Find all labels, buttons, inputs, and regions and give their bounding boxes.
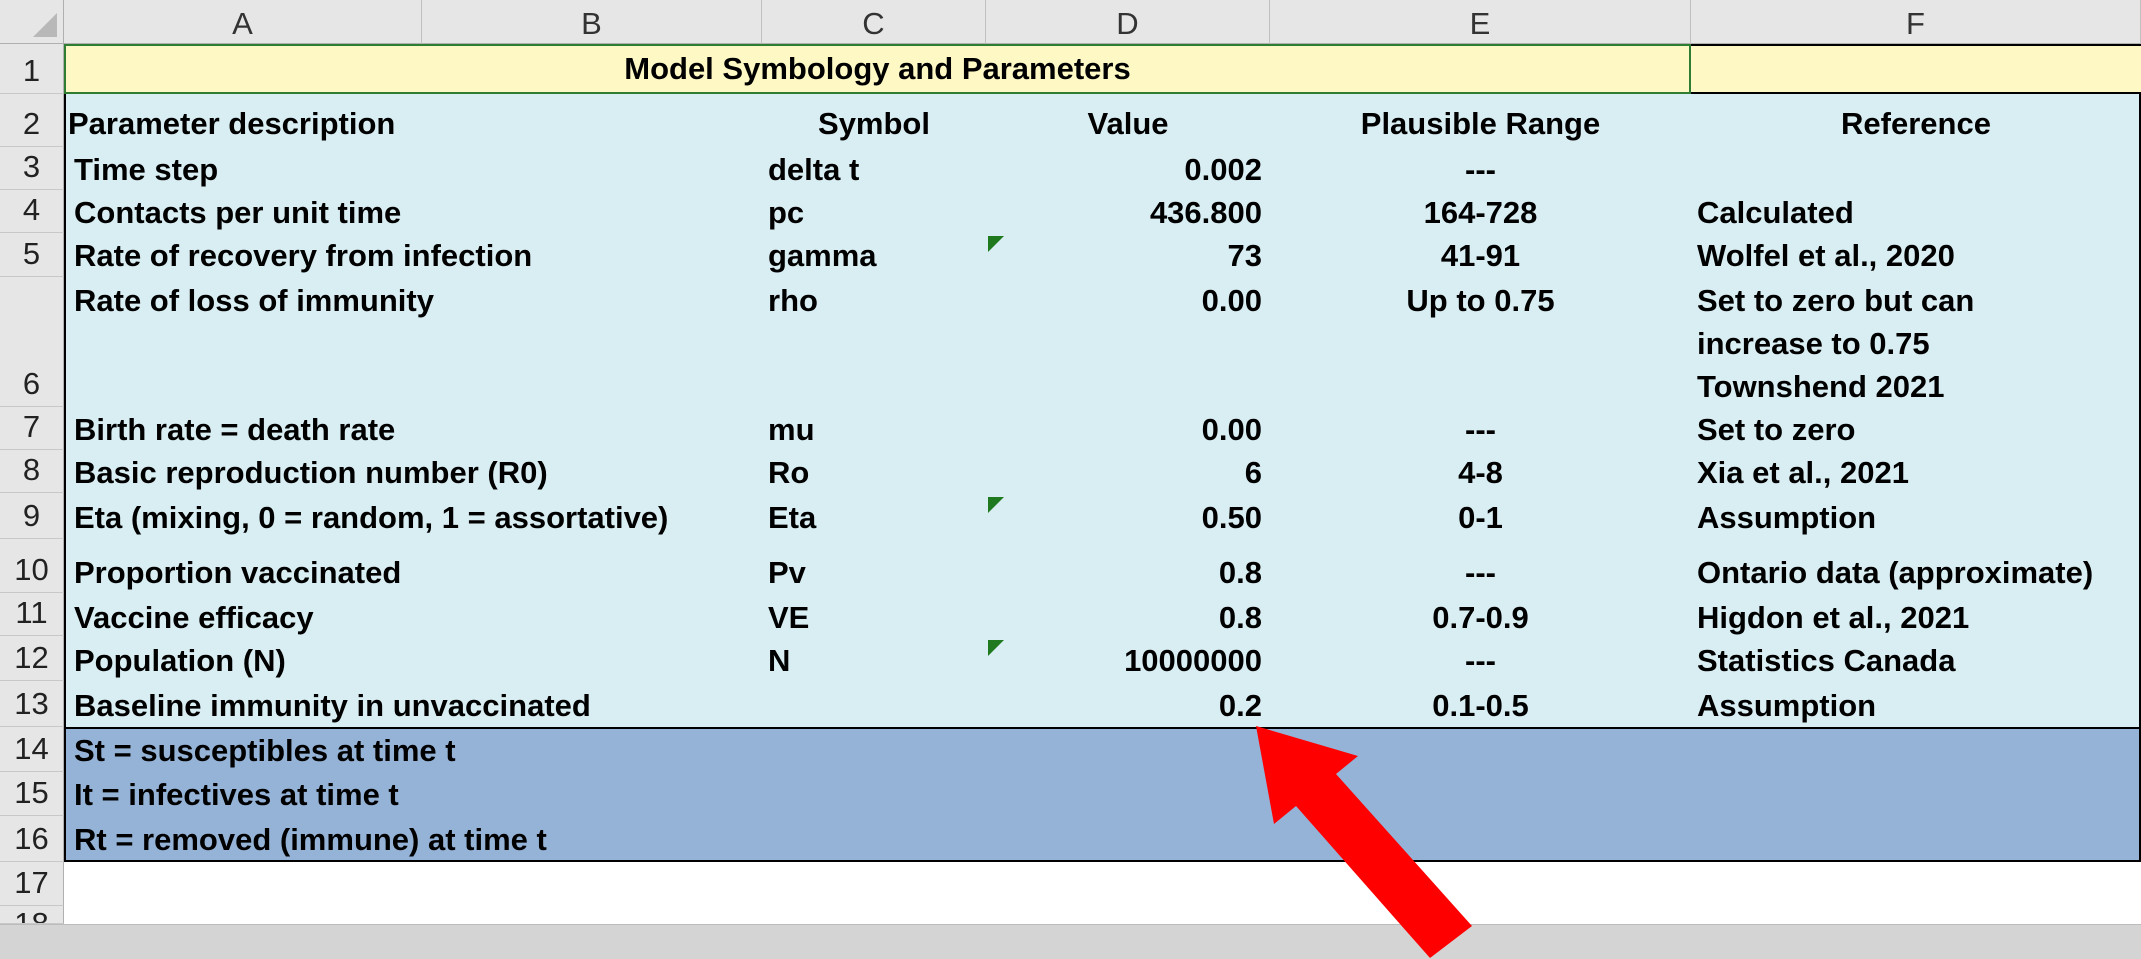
row-header-15[interactable]: 15	[0, 772, 64, 816]
param-value: 0.50	[1201, 500, 1262, 535]
param-value: 10000000	[1124, 643, 1262, 678]
param-symbol: delta t	[768, 152, 860, 187]
select-all-icon	[33, 13, 57, 37]
param-description: Rate of loss of immunity	[74, 283, 434, 318]
param-description: Proportion vaccinated	[74, 555, 402, 590]
param-reference: Wolfel et al., 2020	[1697, 238, 1955, 273]
param-value: 6	[1244, 455, 1262, 490]
column-header-c[interactable]: C	[762, 0, 986, 44]
row-header-8[interactable]: 8	[0, 450, 64, 493]
header-plausible-range: Plausible Range	[1360, 106, 1601, 141]
param-symbol: N	[768, 643, 791, 678]
param-description: Time step	[74, 152, 219, 187]
param-range: 4-8	[1458, 455, 1503, 490]
column-header-a[interactable]: A	[64, 0, 422, 44]
param-reference: Ontario data (approximate)	[1697, 555, 2094, 590]
param-value: 73	[1227, 238, 1262, 273]
red-arrow-icon	[1256, 726, 1472, 958]
param-range: 0-1	[1458, 500, 1503, 535]
note-infectives: It = infectives at time t	[74, 777, 399, 812]
param-description: Baseline immunity in unvaccinated	[74, 688, 591, 723]
param-value: 0.8	[1218, 600, 1262, 635]
param-reference: Xia et al., 2021	[1697, 455, 1909, 490]
param-description: Birth rate = death rate	[74, 412, 396, 447]
row-header-12[interactable]: 12	[0, 636, 64, 681]
param-description: Contacts per unit time	[74, 195, 402, 230]
param-value: 0.002	[1184, 152, 1262, 187]
row-header-10[interactable]: 10	[0, 539, 64, 593]
row-header-14[interactable]: 14	[0, 727, 64, 772]
header-value: Value	[1087, 106, 1169, 141]
row-header-13[interactable]: 13	[0, 681, 64, 727]
param-symbol: rho	[768, 283, 818, 318]
param-symbol: pc	[768, 195, 805, 230]
row-header-3[interactable]: 3	[0, 147, 64, 190]
row-header-16[interactable]: 16	[0, 816, 64, 862]
param-symbol: VE	[768, 600, 810, 635]
param-symbol: mu	[768, 412, 815, 447]
row-header-18[interactable]: 18	[0, 906, 64, 924]
param-range: ---	[1465, 555, 1496, 590]
param-reference: Set to zero	[1697, 412, 1856, 447]
baseline-immunity-value[interactable]: 0.2	[986, 684, 1262, 728]
param-reference: Assumption	[1697, 500, 1877, 535]
empty-rows-area	[64, 862, 2141, 924]
row-header-2[interactable]: 2	[0, 94, 64, 147]
param-description: Rate of recovery from infection	[74, 238, 533, 273]
param-reference: Calculated	[1697, 195, 1854, 230]
row-header-17[interactable]: 17	[0, 862, 64, 906]
horizontal-scrollbar[interactable]	[0, 924, 2141, 959]
param-reference: Higdon et al., 2021	[1697, 600, 1970, 635]
param-value: 0.00	[1201, 283, 1262, 318]
note-susceptibles: St = susceptibles at time t	[74, 733, 456, 768]
param-reference: Set to zero but can increase to 0.75 Tow…	[1697, 283, 1975, 404]
row-header-4[interactable]: 4	[0, 190, 64, 233]
row-header-6[interactable]: 6	[0, 277, 64, 407]
param-reference: Assumption	[1697, 688, 1877, 723]
param-range: ---	[1465, 152, 1496, 187]
param-value: 0.00	[1201, 412, 1262, 447]
row-header-7[interactable]: 7	[0, 407, 64, 450]
row-header-5[interactable]: 5	[0, 233, 64, 277]
param-symbol: Eta	[768, 500, 817, 535]
note-removed: Rt = removed (immune) at time t	[74, 822, 547, 857]
param-range: ---	[1465, 643, 1496, 678]
row-header-1[interactable]: 1	[0, 44, 64, 94]
title-cell-f[interactable]	[1691, 44, 2141, 94]
column-header-e[interactable]: E	[1270, 0, 1691, 44]
param-range: ---	[1465, 412, 1496, 447]
row-header-11[interactable]: 11	[0, 593, 64, 636]
header-symbol: Symbol	[818, 106, 930, 141]
param-symbol: gamma	[768, 238, 877, 273]
param-range: 0.7-0.9	[1432, 600, 1529, 635]
param-description: Eta (mixing, 0 = random, 1 = assortative…	[74, 500, 669, 535]
param-range: 41-91	[1440, 238, 1521, 273]
param-symbol: Ro	[768, 455, 810, 490]
param-range: 164-728	[1423, 195, 1538, 230]
header-parameter-description: Parameter description	[68, 106, 396, 141]
sheet-title: Model Symbology and Parameters	[624, 51, 1131, 86]
param-description: Vaccine efficacy	[74, 600, 314, 635]
spreadsheet-grid: A B C D E F 1 2 3 4 5 6 7 8 9 10 11 12 1…	[0, 0, 2141, 959]
param-value: 436.800	[1149, 195, 1262, 230]
column-header-d[interactable]: D	[986, 0, 1270, 44]
param-value: 0.8	[1218, 555, 1262, 590]
param-description: Basic reproduction number (R0)	[74, 455, 548, 490]
param-description: Population (N)	[74, 643, 286, 678]
header-reference: Reference	[1841, 106, 1991, 141]
select-all-corner[interactable]	[0, 0, 64, 44]
column-header-b[interactable]: B	[422, 0, 762, 44]
row-header-9[interactable]: 9	[0, 493, 64, 539]
column-header-f[interactable]: F	[1691, 0, 2141, 44]
param-symbol: Pv	[768, 555, 806, 590]
param-range: Up to 0.75	[1406, 283, 1555, 318]
param-reference: Statistics Canada	[1697, 643, 1956, 678]
